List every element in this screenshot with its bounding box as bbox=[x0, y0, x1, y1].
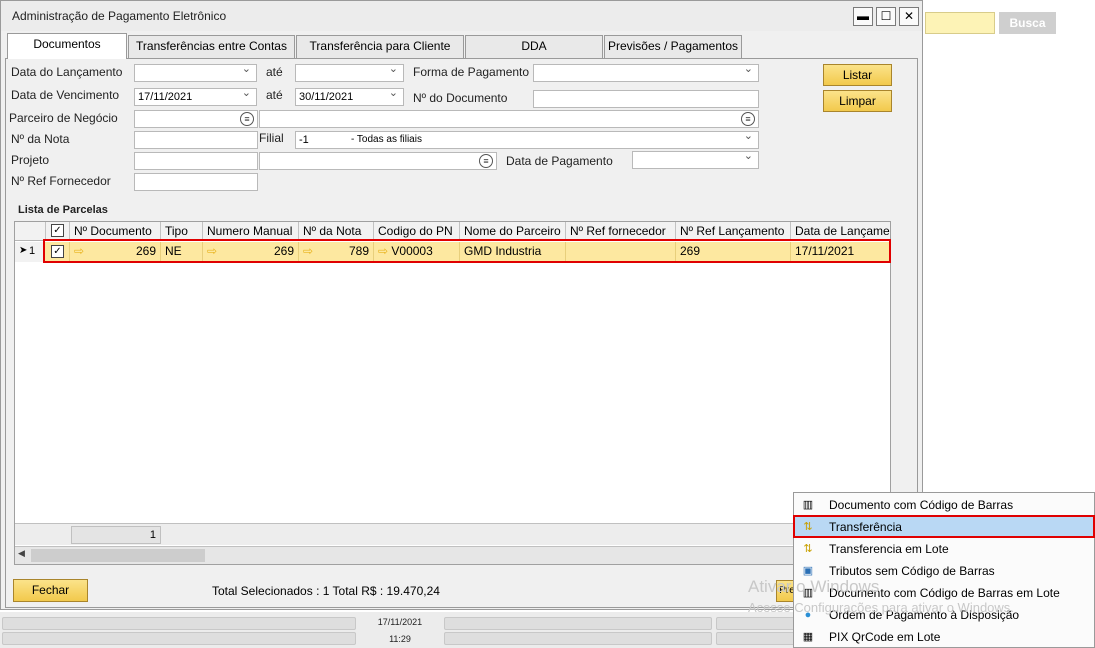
numero-documento-field[interactable] bbox=[533, 90, 759, 108]
footer-total-count: 1 bbox=[71, 526, 161, 544]
projeto-name-field[interactable] bbox=[259, 152, 497, 170]
row-number: 1 bbox=[29, 245, 36, 257]
data-vencimento-to-field[interactable]: 30/11/2021 bbox=[295, 88, 404, 106]
ate-label: até bbox=[266, 65, 283, 79]
transfer-batch-icon: ⇅ bbox=[803, 543, 813, 555]
menu-item-pix-qrcode[interactable]: ▦ PIX QrCode em Lote bbox=[794, 626, 1094, 648]
row-selection-highlight bbox=[43, 239, 891, 263]
data-lancamento-to-field[interactable] bbox=[295, 64, 404, 82]
status-field-3 bbox=[444, 617, 712, 630]
projeto-lookup-icon[interactable]: ≡ bbox=[479, 154, 493, 168]
menu-item-label: Documento com Código de Barras bbox=[829, 498, 1014, 512]
parceiro-name-field[interactable] bbox=[259, 110, 759, 128]
forma-pagamento-select[interactable] bbox=[533, 64, 759, 82]
data-pagamento-field[interactable] bbox=[632, 151, 759, 169]
select-all-checkbox[interactable]: ✓ bbox=[51, 224, 64, 237]
maximize-button[interactable]: ☐ bbox=[876, 7, 896, 26]
forma-pagamento-label: Forma de Pagamento bbox=[413, 65, 530, 79]
title-bar: Administração de Pagamento Eletrônico ▬ … bbox=[1, 1, 922, 31]
status-field-1 bbox=[2, 617, 356, 630]
background-search-input[interactable] bbox=[925, 12, 995, 34]
limpar-button[interactable]: Limpar bbox=[823, 90, 892, 112]
horizontal-scrollbar[interactable]: ◀ bbox=[15, 546, 890, 564]
numero-documento-label: Nº do Documento bbox=[413, 91, 508, 105]
close-button[interactable]: ✕ bbox=[899, 7, 919, 26]
menu-item-documento-codigo-barras[interactable]: ▥ Documento com Código de Barras bbox=[794, 494, 1094, 516]
payment-admin-window: Administração de Pagamento Eletrônico ▬ … bbox=[0, 0, 923, 610]
data-pagamento-label: Data de Pagamento bbox=[506, 154, 613, 168]
ref-fornecedor-field[interactable] bbox=[134, 173, 258, 191]
ref-fornecedor-label: Nº Ref Fornecedor bbox=[11, 174, 111, 188]
menu-selection-highlight bbox=[793, 515, 1095, 538]
barcode-icon: ▥ bbox=[802, 499, 814, 511]
projeto-label: Projeto bbox=[11, 153, 50, 167]
listar-button[interactable]: Listar bbox=[823, 64, 892, 86]
menu-item-label: PIX QrCode em Lote bbox=[829, 630, 941, 644]
scroll-left-icon[interactable]: ◀ bbox=[18, 548, 25, 559]
tab-transferencias-entre-contas[interactable]: Transferências entre Contas bbox=[128, 35, 295, 58]
filial-description: - Todas as filiais bbox=[351, 134, 422, 145]
tax-icon: ▣ bbox=[802, 565, 814, 577]
parceiro-label: Parceiro de Negócio bbox=[9, 111, 118, 125]
ate-label-2: até bbox=[266, 88, 283, 102]
status-date: 17/11/2021 bbox=[377, 617, 423, 627]
tab-previsoes-pagamentos[interactable]: Previsões / Pagamentos bbox=[604, 35, 742, 58]
status-field-4 bbox=[444, 632, 712, 645]
parcelas-grid: ✓ Nº Documento Tipo Numero Manual Nº da … bbox=[14, 221, 891, 565]
menu-item-transferencia-lote[interactable]: ⇅ Transferencia em Lote bbox=[794, 538, 1094, 560]
tab-transferencia-para-cliente[interactable]: Transferência para Cliente bbox=[296, 35, 464, 58]
status-field-5 bbox=[716, 617, 796, 630]
filial-label: Filial bbox=[259, 131, 284, 145]
filial-code: -1 bbox=[299, 134, 309, 146]
row-header[interactable]: ➤ 1 bbox=[15, 242, 46, 262]
windows-activation-watermark: Ativar o Windows bbox=[748, 577, 880, 596]
projeto-code-field[interactable] bbox=[134, 152, 258, 170]
minimize-button[interactable]: ▬ bbox=[853, 7, 873, 26]
parceiro-lookup-icon[interactable]: ≡ bbox=[240, 112, 254, 126]
window-title: Administração de Pagamento Eletrônico bbox=[12, 9, 227, 23]
qrcode-icon: ▦ bbox=[802, 631, 814, 643]
scroll-thumb[interactable] bbox=[31, 549, 205, 562]
nota-field[interactable] bbox=[134, 131, 258, 149]
data-vencimento-from-field[interactable]: 17/11/2021 bbox=[134, 88, 257, 106]
tab-dda[interactable]: DDA bbox=[465, 35, 603, 58]
data-lancamento-from-field[interactable] bbox=[134, 64, 257, 82]
status-time: 11:29 bbox=[389, 634, 411, 644]
windows-activation-hint: Acesse Configurações para ativar o Windo… bbox=[748, 600, 1014, 615]
fechar-button[interactable]: Fechar bbox=[13, 579, 88, 602]
tab-documentos[interactable]: Documentos bbox=[7, 33, 127, 59]
parceiro-name-lookup-icon[interactable]: ≡ bbox=[741, 112, 755, 126]
total-selected-text: Total Selecionados : 1 Total R$ : 19.470… bbox=[212, 584, 440, 598]
nota-label: Nº da Nota bbox=[11, 132, 70, 146]
grid-footer: 1 bbox=[15, 523, 890, 545]
current-row-marker: ➤ bbox=[19, 245, 28, 256]
grid-title: Lista de Parcelas bbox=[18, 204, 108, 216]
status-field-2 bbox=[2, 632, 356, 645]
data-vencimento-label: Data de Vencimento bbox=[11, 88, 120, 102]
background-search-button[interactable]: Busca bbox=[999, 12, 1056, 34]
menu-item-label: Transferencia em Lote bbox=[829, 542, 949, 556]
filial-select[interactable]: -1 - Todas as filiais bbox=[295, 131, 759, 149]
row-header-corner bbox=[15, 222, 46, 241]
status-field-6 bbox=[716, 632, 796, 645]
data-lancamento-label: Data do Lançamento bbox=[11, 65, 123, 79]
